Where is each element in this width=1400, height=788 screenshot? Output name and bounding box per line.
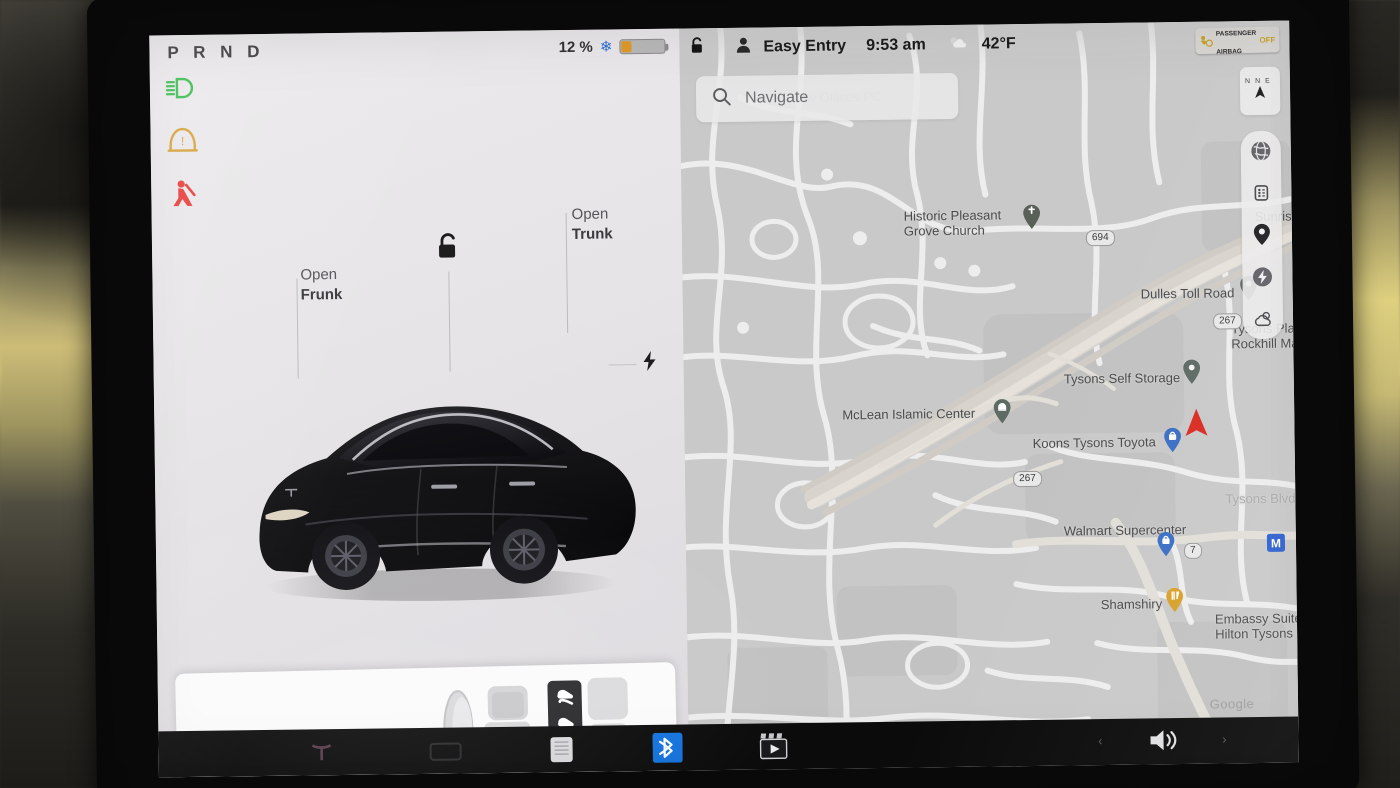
volume-button[interactable] bbox=[1146, 726, 1180, 759]
google-attribution: Google bbox=[1209, 696, 1255, 712]
open-frunk-callout[interactable]: Open Frunk bbox=[300, 265, 342, 305]
driver-profile-label[interactable]: Easy Entry bbox=[763, 37, 846, 56]
car-controls-button[interactable] bbox=[428, 738, 462, 762]
map-canvas bbox=[679, 20, 1299, 771]
temperature-label[interactable]: 42°F bbox=[982, 35, 1016, 53]
search-input[interactable]: Navigate bbox=[745, 89, 808, 108]
bluetooth-button[interactable] bbox=[652, 732, 683, 763]
unlocked-padlock-icon[interactable] bbox=[689, 36, 705, 60]
map-label[interactable]: Tysons Blvd bbox=[1225, 491, 1295, 507]
map-label[interactable]: Koons Tysons Toyota bbox=[1033, 434, 1156, 451]
svg-text:!: ! bbox=[181, 134, 185, 148]
airbag-status-label: OFF bbox=[1259, 34, 1276, 45]
map-poi-pin[interactable] bbox=[1162, 427, 1182, 458]
navigation-map[interactable]: Easy Entry 9:53 am 42°F Navigate NNE His… bbox=[679, 20, 1299, 771]
open-trunk-callout[interactable]: Open Trunk bbox=[571, 204, 612, 244]
screenshot-stage: P R N D 12 % ❄ ! Open Frunk Open Trunk E… bbox=[0, 0, 1400, 788]
touchscreen-bezel: P R N D 12 % ❄ ! Open Frunk Open Trunk E… bbox=[86, 0, 1360, 788]
vehicle-render[interactable] bbox=[233, 314, 657, 619]
low-beam-headlight-indicator bbox=[165, 77, 200, 104]
frunk-label-line1: Open bbox=[300, 266, 338, 284]
route-shield: 694 bbox=[1085, 229, 1115, 247]
charging-bolt-icon[interactable] bbox=[1251, 266, 1273, 288]
unlocked-padlock-icon[interactable] bbox=[435, 231, 461, 266]
passenger-airbag-indicator: PASSENGER AIRBAG OFF bbox=[1195, 26, 1280, 56]
chevron-left-icon[interactable]: ‹ bbox=[1098, 733, 1103, 748]
map-poi-pin[interactable] bbox=[1156, 531, 1176, 562]
navigate-search-box[interactable]: Navigate bbox=[695, 72, 959, 123]
trunk-label-line1: Open bbox=[571, 205, 609, 223]
navigation-arrow-marker bbox=[1182, 407, 1210, 444]
person-icon[interactable] bbox=[735, 37, 751, 59]
battery-icon bbox=[619, 38, 666, 55]
globe-icon[interactable] bbox=[1250, 140, 1272, 162]
car-control-panel: P R N D 12 % ❄ ! Open Frunk Open Trunk bbox=[149, 28, 689, 778]
tesla-logo-button[interactable] bbox=[308, 741, 334, 763]
cloud-sun-icon bbox=[948, 35, 970, 55]
map-poi-pin[interactable] bbox=[1182, 359, 1202, 390]
search-icon bbox=[712, 87, 731, 111]
climate-button[interactable] bbox=[546, 734, 576, 764]
battery-percent-label: 12 % bbox=[558, 38, 593, 57]
map-poi-pin[interactable] bbox=[1022, 204, 1042, 235]
map-label[interactable]: Dulles Toll Road bbox=[1141, 285, 1235, 302]
indicator-lamp-group: ! bbox=[165, 77, 202, 236]
map-poi-pin[interactable] bbox=[992, 398, 1012, 429]
map-label[interactable]: Historic Pleasant Grove Church bbox=[904, 207, 1002, 239]
airbag-icon bbox=[1200, 36, 1213, 47]
gear-selector-display: P R N D bbox=[167, 41, 265, 63]
map-pin-icon[interactable] bbox=[1251, 223, 1273, 246]
seatbelt-warning-indicator bbox=[167, 179, 201, 214]
route-shield: 267 bbox=[1013, 470, 1042, 488]
map-label[interactable]: Embassy Suites byHilton Tysons Corner bbox=[1215, 610, 1299, 642]
north-arrow-icon bbox=[1252, 83, 1268, 104]
frunk-label-line2: Frunk bbox=[300, 285, 343, 304]
snowflake-icon: ❄ bbox=[599, 38, 613, 56]
media-button[interactable] bbox=[758, 731, 790, 761]
route-shield: 267 bbox=[1212, 313, 1242, 330]
compass-button[interactable]: NNE bbox=[1239, 66, 1281, 116]
battery-status-cluster[interactable]: 12 % ❄ bbox=[559, 38, 666, 56]
tire-pressure-warning-indicator: ! bbox=[166, 126, 200, 157]
clock-label: 9:53 am bbox=[866, 36, 926, 55]
map-label[interactable]: Tysons Self Storage bbox=[1064, 370, 1181, 387]
map-label[interactable]: Shamshiry bbox=[1101, 596, 1163, 612]
airbag-label: PASSENGER AIRBAG bbox=[1215, 29, 1257, 56]
map-label[interactable]: McLean Islamic Center bbox=[842, 406, 975, 423]
trunk-label-line2: Trunk bbox=[571, 225, 613, 243]
list-icon[interactable] bbox=[1250, 182, 1272, 204]
map-control-rail[interactable] bbox=[1240, 130, 1284, 340]
map-label[interactable]: Larmax Homes bbox=[1297, 171, 1299, 187]
tesla-touchscreen: P R N D 12 % ❄ ! Open Frunk Open Trunk E… bbox=[149, 20, 1299, 778]
svg-text:M: M bbox=[1271, 536, 1281, 550]
weather-cloud-icon[interactable] bbox=[1252, 308, 1274, 330]
map-poi-pin[interactable]: M bbox=[1266, 533, 1286, 558]
battery-fill bbox=[621, 41, 632, 53]
map-poi-pin[interactable] bbox=[1165, 587, 1185, 618]
route-shield: 7 bbox=[1183, 542, 1202, 559]
chevron-right-icon[interactable]: › bbox=[1222, 731, 1227, 746]
